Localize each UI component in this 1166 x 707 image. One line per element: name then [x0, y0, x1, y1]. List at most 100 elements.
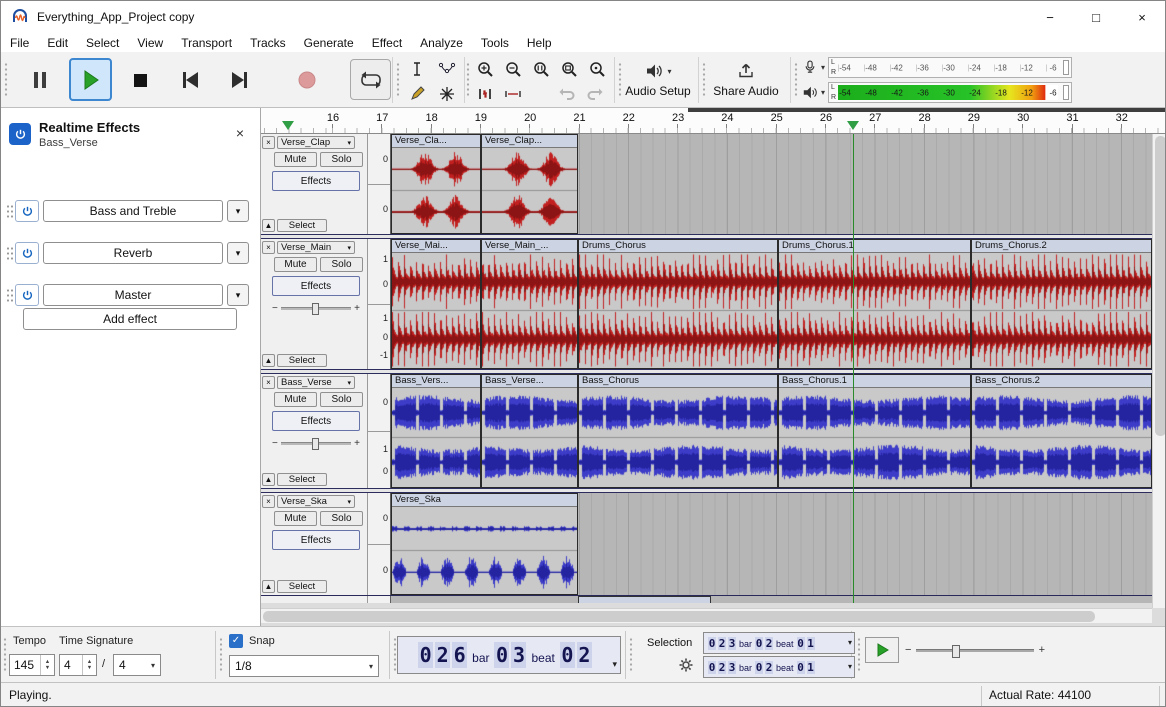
- effect-options-button[interactable]: ▾: [227, 284, 249, 306]
- clip-title[interactable]: Verse_Main_...: [482, 240, 577, 253]
- menu-file[interactable]: File: [1, 33, 38, 52]
- clip-title[interactable]: Bass_Chorus.2: [972, 375, 1151, 388]
- time-format-dropdown-icon[interactable]: ▾: [612, 659, 617, 670]
- play-at-speed-button[interactable]: [865, 637, 899, 663]
- clip-title[interactable]: Verse_Clap...: [482, 135, 577, 148]
- collapse-button[interactable]: ▲: [262, 473, 275, 486]
- drag-handle-icon[interactable]: [6, 288, 14, 303]
- audio-setup-button[interactable]: ▾ Audio Setup: [617, 55, 699, 105]
- selection-end-display[interactable]: 023bar02beat01 ▾: [703, 656, 855, 678]
- clip-title[interactable]: Drums_Chorus: [579, 240, 777, 253]
- maximize-button[interactable]: □: [1073, 1, 1119, 33]
- clip-title[interactable]: Verse_Ska: [392, 494, 577, 507]
- mute-button[interactable]: Mute: [274, 511, 317, 526]
- collapse-button[interactable]: ▲: [262, 354, 275, 367]
- gain-slider[interactable]: −+: [272, 303, 360, 314]
- minimize-button[interactable]: −: [1027, 1, 1073, 33]
- trim-audio-button[interactable]: [471, 82, 498, 105]
- horizontal-scrollbar[interactable]: [261, 608, 1152, 623]
- effect-options-button[interactable]: ▾: [227, 200, 249, 222]
- add-effect-button[interactable]: Add effect: [23, 308, 237, 330]
- gain-slider[interactable]: −+: [272, 438, 360, 449]
- draw-tool-button[interactable]: [403, 82, 431, 105]
- track-row-verse_ska[interactable]: ×Verse_Ska▾MuteSoloEffects▲Select00Verse…: [261, 493, 1152, 595]
- play-button[interactable]: [69, 58, 112, 101]
- effect-options-button[interactable]: ▾: [227, 242, 249, 264]
- recording-meter[interactable]: LR-54-48-42-36-30-24-18-12-6: [828, 57, 1072, 78]
- tempo-input[interactable]: 145 ▲▼: [9, 654, 55, 676]
- close-effects-panel-button[interactable]: ×: [231, 124, 249, 142]
- menu-tools[interactable]: Tools: [472, 33, 518, 52]
- drag-handle-icon[interactable]: [6, 246, 14, 261]
- vertical-scrollbar[interactable]: [1152, 134, 1166, 608]
- track-row-verse_clap[interactable]: ×Verse_Clap▾MuteSoloEffects▲Select00Vers…: [261, 134, 1152, 234]
- silence-audio-button[interactable]: [499, 82, 526, 105]
- mute-button[interactable]: Mute: [274, 392, 317, 407]
- drag-handle-icon[interactable]: [3, 637, 7, 673]
- clip-title[interactable]: Bass_Verse...: [482, 375, 577, 388]
- track-waveform-area[interactable]: Bass_Vers...Bass_Verse...Bass_Chorus Bass…: [391, 374, 1152, 488]
- clip-title[interactable]: Bass_Vers...: [392, 375, 480, 388]
- undo-button[interactable]: [553, 82, 580, 105]
- playhead-marker-icon[interactable]: [847, 121, 859, 130]
- play-speed-slider[interactable]: − +: [905, 637, 1045, 663]
- gain-slider-thumb[interactable]: [312, 438, 319, 450]
- effect-power-toggle[interactable]: [15, 200, 39, 222]
- track-name-button[interactable]: Verse_Main▾: [277, 241, 355, 254]
- select-button[interactable]: Select: [277, 354, 327, 367]
- menu-select[interactable]: Select: [77, 33, 128, 52]
- solo-button[interactable]: Solo: [320, 511, 363, 526]
- select-button[interactable]: Select: [277, 473, 327, 486]
- record-button[interactable]: [285, 58, 328, 101]
- zoom-selection-button[interactable]: [527, 57, 554, 80]
- close-button[interactable]: ×: [1119, 1, 1165, 33]
- multi-tool-button[interactable]: [433, 82, 461, 105]
- timeline-ruler[interactable]: 1617181920212223242526272829303132: [261, 108, 1166, 134]
- time-signature-upper-input[interactable]: 4 ▲▼: [59, 654, 97, 676]
- selection-settings-button[interactable]: [677, 657, 695, 673]
- time-signature-spinner[interactable]: ▲▼: [82, 655, 96, 675]
- clip-title[interactable]: Verse_Mai...: [392, 240, 480, 253]
- loop-button[interactable]: [350, 59, 391, 100]
- selection-start-display[interactable]: 023bar02beat01 ▾: [703, 632, 855, 654]
- chevron-down-icon[interactable]: ▾: [848, 638, 852, 647]
- audio-clip[interactable]: Verse_Cla...: [391, 134, 481, 234]
- menu-effect[interactable]: Effect: [363, 33, 411, 52]
- track-close-button[interactable]: ×: [262, 376, 275, 389]
- zoom-toggle-button[interactable]: [583, 57, 610, 80]
- clip-title[interactable]: Drums_Chorus.2: [972, 240, 1151, 253]
- audio-clip[interactable]: Bass_Verse...: [481, 374, 578, 488]
- selection-tool-button[interactable]: [403, 57, 431, 80]
- effect-name-button[interactable]: Bass and Treble: [43, 200, 223, 222]
- menu-view[interactable]: View: [128, 33, 172, 52]
- effects-button[interactable]: Effects: [272, 530, 360, 550]
- share-audio-button[interactable]: Share Audio: [701, 55, 791, 105]
- clip-title[interactable]: Bass_Chorus: [579, 375, 777, 388]
- play-region-start-marker-icon[interactable]: [282, 121, 294, 130]
- effects-button[interactable]: Effects: [272, 276, 360, 296]
- tempo-spinner[interactable]: ▲▼: [40, 655, 54, 675]
- select-button[interactable]: Select: [277, 219, 327, 232]
- zoom-in-button[interactable]: [471, 57, 498, 80]
- loop-region-bar[interactable]: [688, 108, 1166, 112]
- snap-select[interactable]: 1/8 ▾: [229, 655, 379, 677]
- menu-tracks[interactable]: Tracks: [241, 33, 295, 52]
- effects-power-icon[interactable]: [9, 123, 31, 145]
- track-row-verse_main[interactable]: ×Verse_Main▾MuteSoloEffects−+▲Select1010…: [261, 239, 1152, 369]
- track-name-button[interactable]: Bass_Verse▾: [277, 376, 355, 389]
- drag-handle-icon[interactable]: [6, 204, 14, 219]
- audio-clip[interactable]: Verse_Ska: [391, 493, 578, 595]
- snap-checkbox[interactable]: ✓: [229, 634, 243, 648]
- audio-clip[interactable]: Bass_Chorus.2: [971, 374, 1152, 488]
- menu-transport[interactable]: Transport: [172, 33, 241, 52]
- track-close-button[interactable]: ×: [262, 495, 275, 508]
- solo-button[interactable]: Solo: [320, 392, 363, 407]
- mute-button[interactable]: Mute: [274, 152, 317, 167]
- audio-clip[interactable]: Verse_Clap...: [481, 134, 578, 234]
- collapse-button[interactable]: ▲: [262, 580, 275, 593]
- mute-button[interactable]: Mute: [274, 257, 317, 272]
- clip-title[interactable]: Drums_Chorus.1: [779, 240, 970, 253]
- audio-clip[interactable]: Bass_Vers...: [391, 374, 481, 488]
- menu-edit[interactable]: Edit: [38, 33, 77, 52]
- gain-slider-thumb[interactable]: [312, 303, 319, 315]
